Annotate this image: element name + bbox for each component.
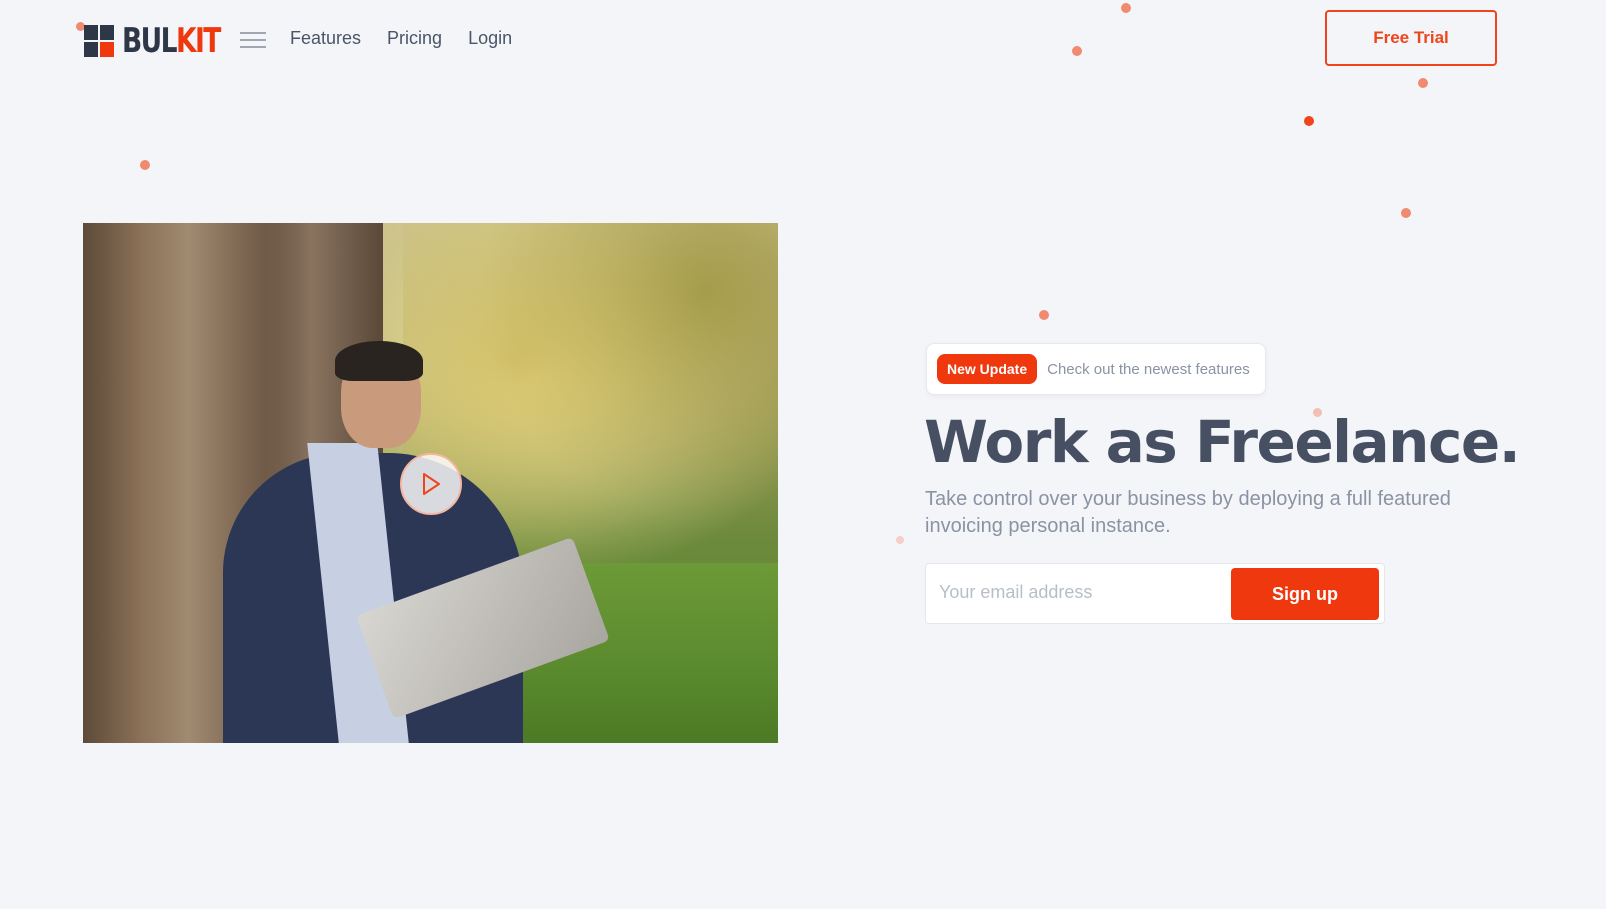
nav-link-pricing[interactable]: Pricing	[387, 28, 442, 49]
hamburger-line	[240, 46, 266, 48]
main-nav: Features Pricing Login	[290, 28, 512, 49]
update-badge[interactable]: New Update Check out the newest features	[926, 343, 1266, 395]
decor-dot	[140, 160, 150, 170]
logo-wordmark-part2: KIT	[175, 21, 221, 61]
hamburger-line	[240, 39, 266, 41]
hamburger-line	[240, 32, 266, 34]
decor-dot	[1121, 3, 1131, 13]
logo-mark-icon	[84, 25, 114, 57]
logo-wordmark: BULKIT	[122, 21, 221, 61]
decor-dot	[896, 536, 904, 544]
nav-link-features[interactable]: Features	[290, 28, 361, 49]
hero-subheadline: Take control over your business by deplo…	[925, 488, 1451, 537]
hero-headline: Work as Freelance.	[924, 408, 1521, 476]
play-icon	[423, 473, 440, 495]
hamburger-icon[interactable]	[240, 30, 266, 50]
image-person-hair	[335, 341, 423, 381]
decor-dot	[1072, 46, 1082, 56]
signup-form: Sign up	[925, 563, 1385, 624]
logo-square	[100, 25, 114, 40]
logo-square	[100, 42, 114, 57]
video-play-button[interactable]	[400, 453, 462, 515]
email-input[interactable]	[927, 565, 1247, 620]
decor-dot	[1304, 116, 1314, 126]
logo-wordmark-part1: BUL	[122, 21, 178, 61]
decor-dot	[1418, 78, 1428, 88]
free-trial-button[interactable]: Free Trial	[1325, 10, 1497, 66]
decor-dot	[1401, 208, 1411, 218]
update-badge-text: Check out the newest features	[1047, 360, 1250, 378]
decor-dot	[1039, 310, 1049, 320]
nav-link-login[interactable]: Login	[468, 28, 512, 49]
hero-image	[83, 223, 778, 743]
signup-button[interactable]: Sign up	[1231, 568, 1379, 620]
new-update-pill: New Update	[937, 354, 1038, 384]
logo-square	[84, 42, 98, 57]
logo-square	[84, 25, 98, 40]
brand-logo[interactable]: BULKIT	[84, 24, 247, 58]
